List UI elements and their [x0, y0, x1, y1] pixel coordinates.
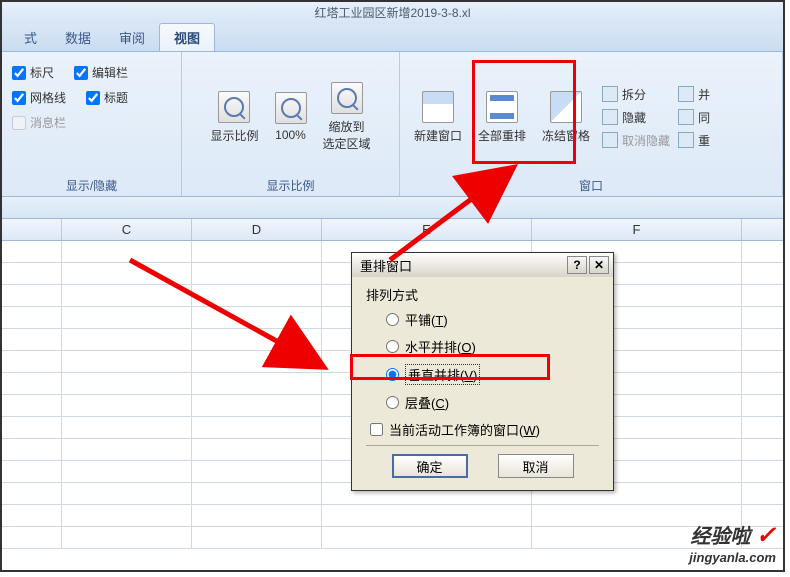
ok-button[interactable]: 确定: [392, 454, 468, 478]
split-button[interactable]: 拆分: [602, 86, 670, 103]
unhide-button[interactable]: 取消隐藏: [602, 132, 670, 149]
reset-pos-button[interactable]: 重: [678, 132, 710, 149]
col-header-f[interactable]: F: [532, 219, 742, 240]
side-by-side-button[interactable]: 并: [678, 86, 710, 103]
title-bar: 红塔工业园区新增2019-3-8.xl: [2, 2, 783, 24]
col-header-d[interactable]: D: [192, 219, 322, 240]
check-formula-bar[interactable]: 编辑栏: [74, 64, 128, 81]
group-label-show-hide: 显示/隐藏: [8, 176, 175, 196]
col-header-c[interactable]: C: [62, 219, 192, 240]
reset-icon: [678, 132, 694, 148]
dialog-title: 重排窗口: [360, 256, 412, 275]
freeze-icon: [550, 91, 582, 123]
group-label-window: 窗口: [406, 176, 776, 196]
zoom-100-button[interactable]: 100%: [267, 58, 315, 176]
hide-button[interactable]: 隐藏: [602, 109, 670, 126]
radio-vertical[interactable]: 垂直并排(V): [386, 364, 599, 385]
check-gridlines[interactable]: 网格线: [12, 89, 66, 106]
sync-scroll-button[interactable]: 同: [678, 109, 710, 126]
tab-formula[interactable]: 式: [10, 24, 51, 51]
side-icon: [678, 86, 694, 102]
arrange-windows-dialog: 重排窗口 ? ✕ 排列方式 平铺(T) 水平并排(O) 垂直并排(V) 层叠(C…: [351, 252, 614, 491]
cancel-button[interactable]: 取消: [498, 454, 574, 478]
zoom-100-icon: [275, 92, 307, 124]
sync-icon: [678, 109, 694, 125]
check-active-workbook[interactable]: 当前活动工作簿的窗口(W): [366, 420, 599, 439]
radio-tiled[interactable]: 平铺(T): [386, 310, 599, 329]
col-header-e[interactable]: E: [322, 219, 532, 240]
arrange-label: 排列方式: [366, 285, 599, 304]
check-ruler[interactable]: 标尺: [12, 64, 54, 81]
split-icon: [602, 86, 618, 102]
new-window-button[interactable]: 新建窗口: [406, 58, 470, 176]
watermark: 经验啦 ✓ jingyanla.com: [689, 520, 776, 565]
zoom-button[interactable]: 显示比例: [202, 58, 266, 176]
zoom-icon: [218, 91, 250, 123]
ribbon-tabs: 式 数据 审阅 视图: [2, 24, 783, 52]
check-headings[interactable]: 标题: [86, 89, 128, 106]
unhide-icon: [602, 132, 618, 148]
arrange-icon: [486, 91, 518, 123]
tab-data[interactable]: 数据: [51, 24, 105, 51]
dialog-close-button[interactable]: ✕: [589, 256, 609, 274]
dialog-titlebar[interactable]: 重排窗口 ? ✕: [352, 253, 613, 277]
radio-horizontal[interactable]: 水平并排(O): [386, 337, 599, 356]
tab-view[interactable]: 视图: [159, 23, 215, 51]
check-icon: ✓: [756, 522, 776, 549]
ribbon: 标尺 编辑栏 网格线 标题 消息栏 显示/隐藏: [2, 52, 783, 197]
tab-review[interactable]: 审阅: [105, 24, 159, 51]
dialog-help-button[interactable]: ?: [567, 256, 587, 274]
hide-icon: [602, 109, 618, 125]
table-row[interactable]: [2, 527, 783, 549]
group-label-zoom: 显示比例: [188, 176, 393, 196]
col-header[interactable]: [2, 219, 62, 240]
zoom-selection-icon: [331, 82, 363, 114]
arrange-all-button[interactable]: 全部重排: [470, 58, 534, 176]
formula-bar[interactable]: [2, 197, 783, 219]
check-message-bar[interactable]: 消息栏: [12, 114, 66, 131]
zoom-to-selection-button[interactable]: 缩放到 选定区域: [315, 58, 379, 176]
freeze-panes-button[interactable]: 冻结窗格: [534, 58, 598, 176]
new-window-icon: [422, 91, 454, 123]
table-row[interactable]: [2, 505, 783, 527]
radio-cascade[interactable]: 层叠(C): [386, 393, 599, 412]
